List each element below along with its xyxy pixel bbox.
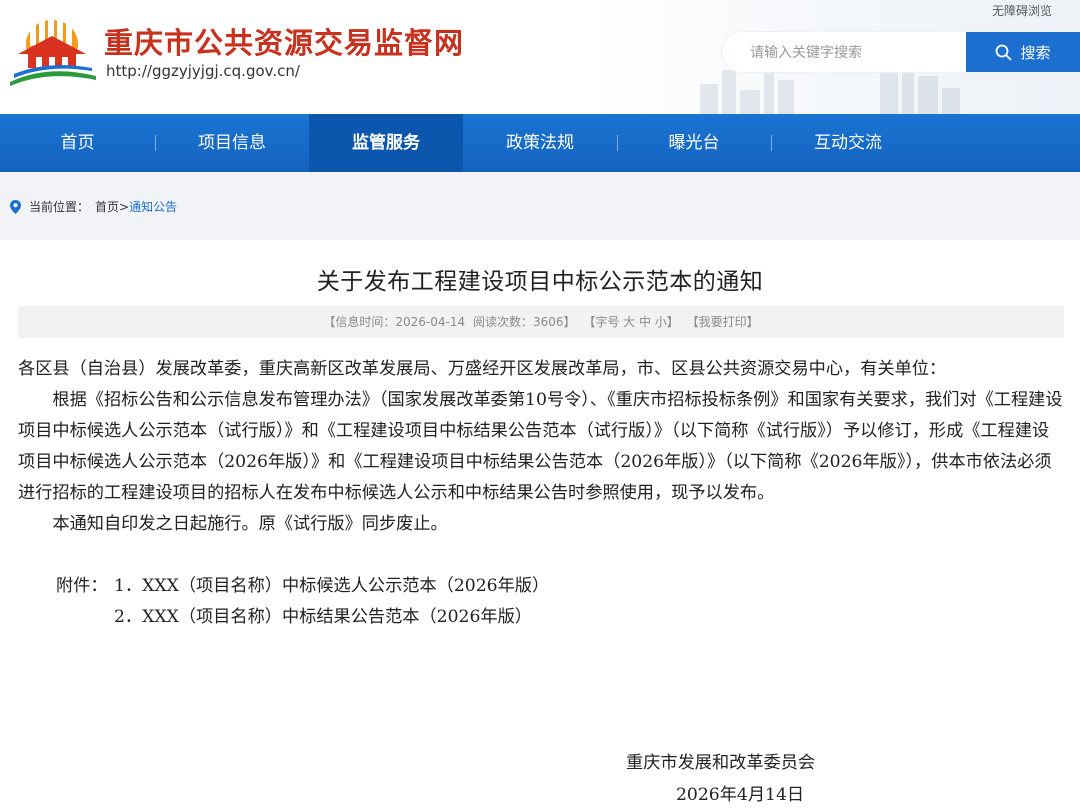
- attachment-spacer: [56, 602, 114, 633]
- attachment-row: 2．XXX（项目名称）中标结果公告范本（2026年版）: [56, 602, 1064, 633]
- breadcrumb-home[interactable]: 首页: [95, 198, 119, 215]
- search-button-label: 搜索: [1020, 43, 1051, 62]
- breadcrumb-prefix: 当前位置：: [29, 200, 90, 214]
- location-pin-icon: [10, 199, 21, 214]
- article-title: 关于发布工程建设项目中标公示范本的通知: [316, 269, 764, 295]
- search-icon: [996, 44, 1012, 60]
- meta-font-size[interactable]: 【字号 大 中 小】: [583, 315, 678, 329]
- accessibility-link[interactable]: 无障碍浏览: [992, 2, 1052, 19]
- search-box: [722, 32, 966, 74]
- article-body: 各区县（自治县）发展改革委，重庆高新区改革发展局、万盛经开区发展改革局，市、区县…: [18, 354, 1064, 633]
- attachment-item[interactable]: 1．XXX（项目名称）中标候选人公示范本（2026年版）: [114, 571, 549, 602]
- attachment-item[interactable]: 2．XXX（项目名称）中标结果公告范本（2026年版）: [114, 602, 532, 633]
- signature-issuer: 重庆市发展和改革委员会: [626, 753, 816, 773]
- meta-print[interactable]: 【我要打印】: [687, 315, 759, 329]
- breadcrumb-current[interactable]: 通知公告: [129, 198, 177, 215]
- meta-views: 阅读次数：3606】: [472, 315, 576, 329]
- site-header: 重庆市公共资源交易监督网 http://ggzyjyjgj.cq.gov.cn/…: [0, 0, 1080, 114]
- nav-item-policy-regulations[interactable]: 政策法规: [463, 114, 617, 172]
- nav-item-home[interactable]: 首页: [0, 114, 155, 172]
- breadcrumb-bar: 当前位置： 首页 > 通知公告: [0, 172, 1080, 240]
- main-nav: 首页 项目信息 监管服务 政策法规 曝光台 互动交流: [0, 114, 1080, 172]
- nav-item-interaction[interactable]: 互动交流: [771, 114, 925, 172]
- nav-item-supervision-service[interactable]: 监管服务: [309, 114, 463, 172]
- site-title[interactable]: 重庆市公共资源交易监督网: [104, 20, 464, 62]
- nav-item-exposure[interactable]: 曝光台: [617, 114, 771, 172]
- article-salutation: 各区县（自治县）发展改革委，重庆高新区改革发展局、万盛经开区发展改革局，市、区县…: [18, 359, 947, 379]
- article-meta-bar: 【信息时间：2026-04-14 阅读次数：3606】 【字号 大 中 小】 【…: [18, 306, 1064, 338]
- article-paragraph: 根据《招标公告和公示信息发布管理办法》（国家发展改革委第10号令）、《重庆市招标…: [18, 390, 1063, 503]
- attachment-row: 附件： 1．XXX（项目名称）中标候选人公示范本（2026年版）: [56, 571, 1064, 602]
- signature-date: 2026年4月14日: [676, 785, 805, 805]
- site-url: http://ggzyjyjgj.cq.gov.cn/: [106, 62, 300, 80]
- meta-date: 【信息时间：2026-04-14: [323, 315, 466, 329]
- article-paragraph: 本通知自印发之日起施行。原《试行版》同步废止。: [52, 514, 448, 534]
- search-button[interactable]: 搜索: [966, 32, 1080, 72]
- breadcrumb: 当前位置： 首页 > 通知公告: [10, 198, 177, 215]
- breadcrumb-separator: >: [119, 199, 130, 214]
- nav-item-project-info[interactable]: 项目信息: [155, 114, 309, 172]
- site-logo-icon[interactable]: [8, 14, 98, 88]
- attachments-label: 附件：: [56, 576, 108, 596]
- attachments: 附件： 1．XXX（项目名称）中标候选人公示范本（2026年版） 2．XXX（项…: [56, 571, 1064, 633]
- search-input[interactable]: [748, 32, 962, 74]
